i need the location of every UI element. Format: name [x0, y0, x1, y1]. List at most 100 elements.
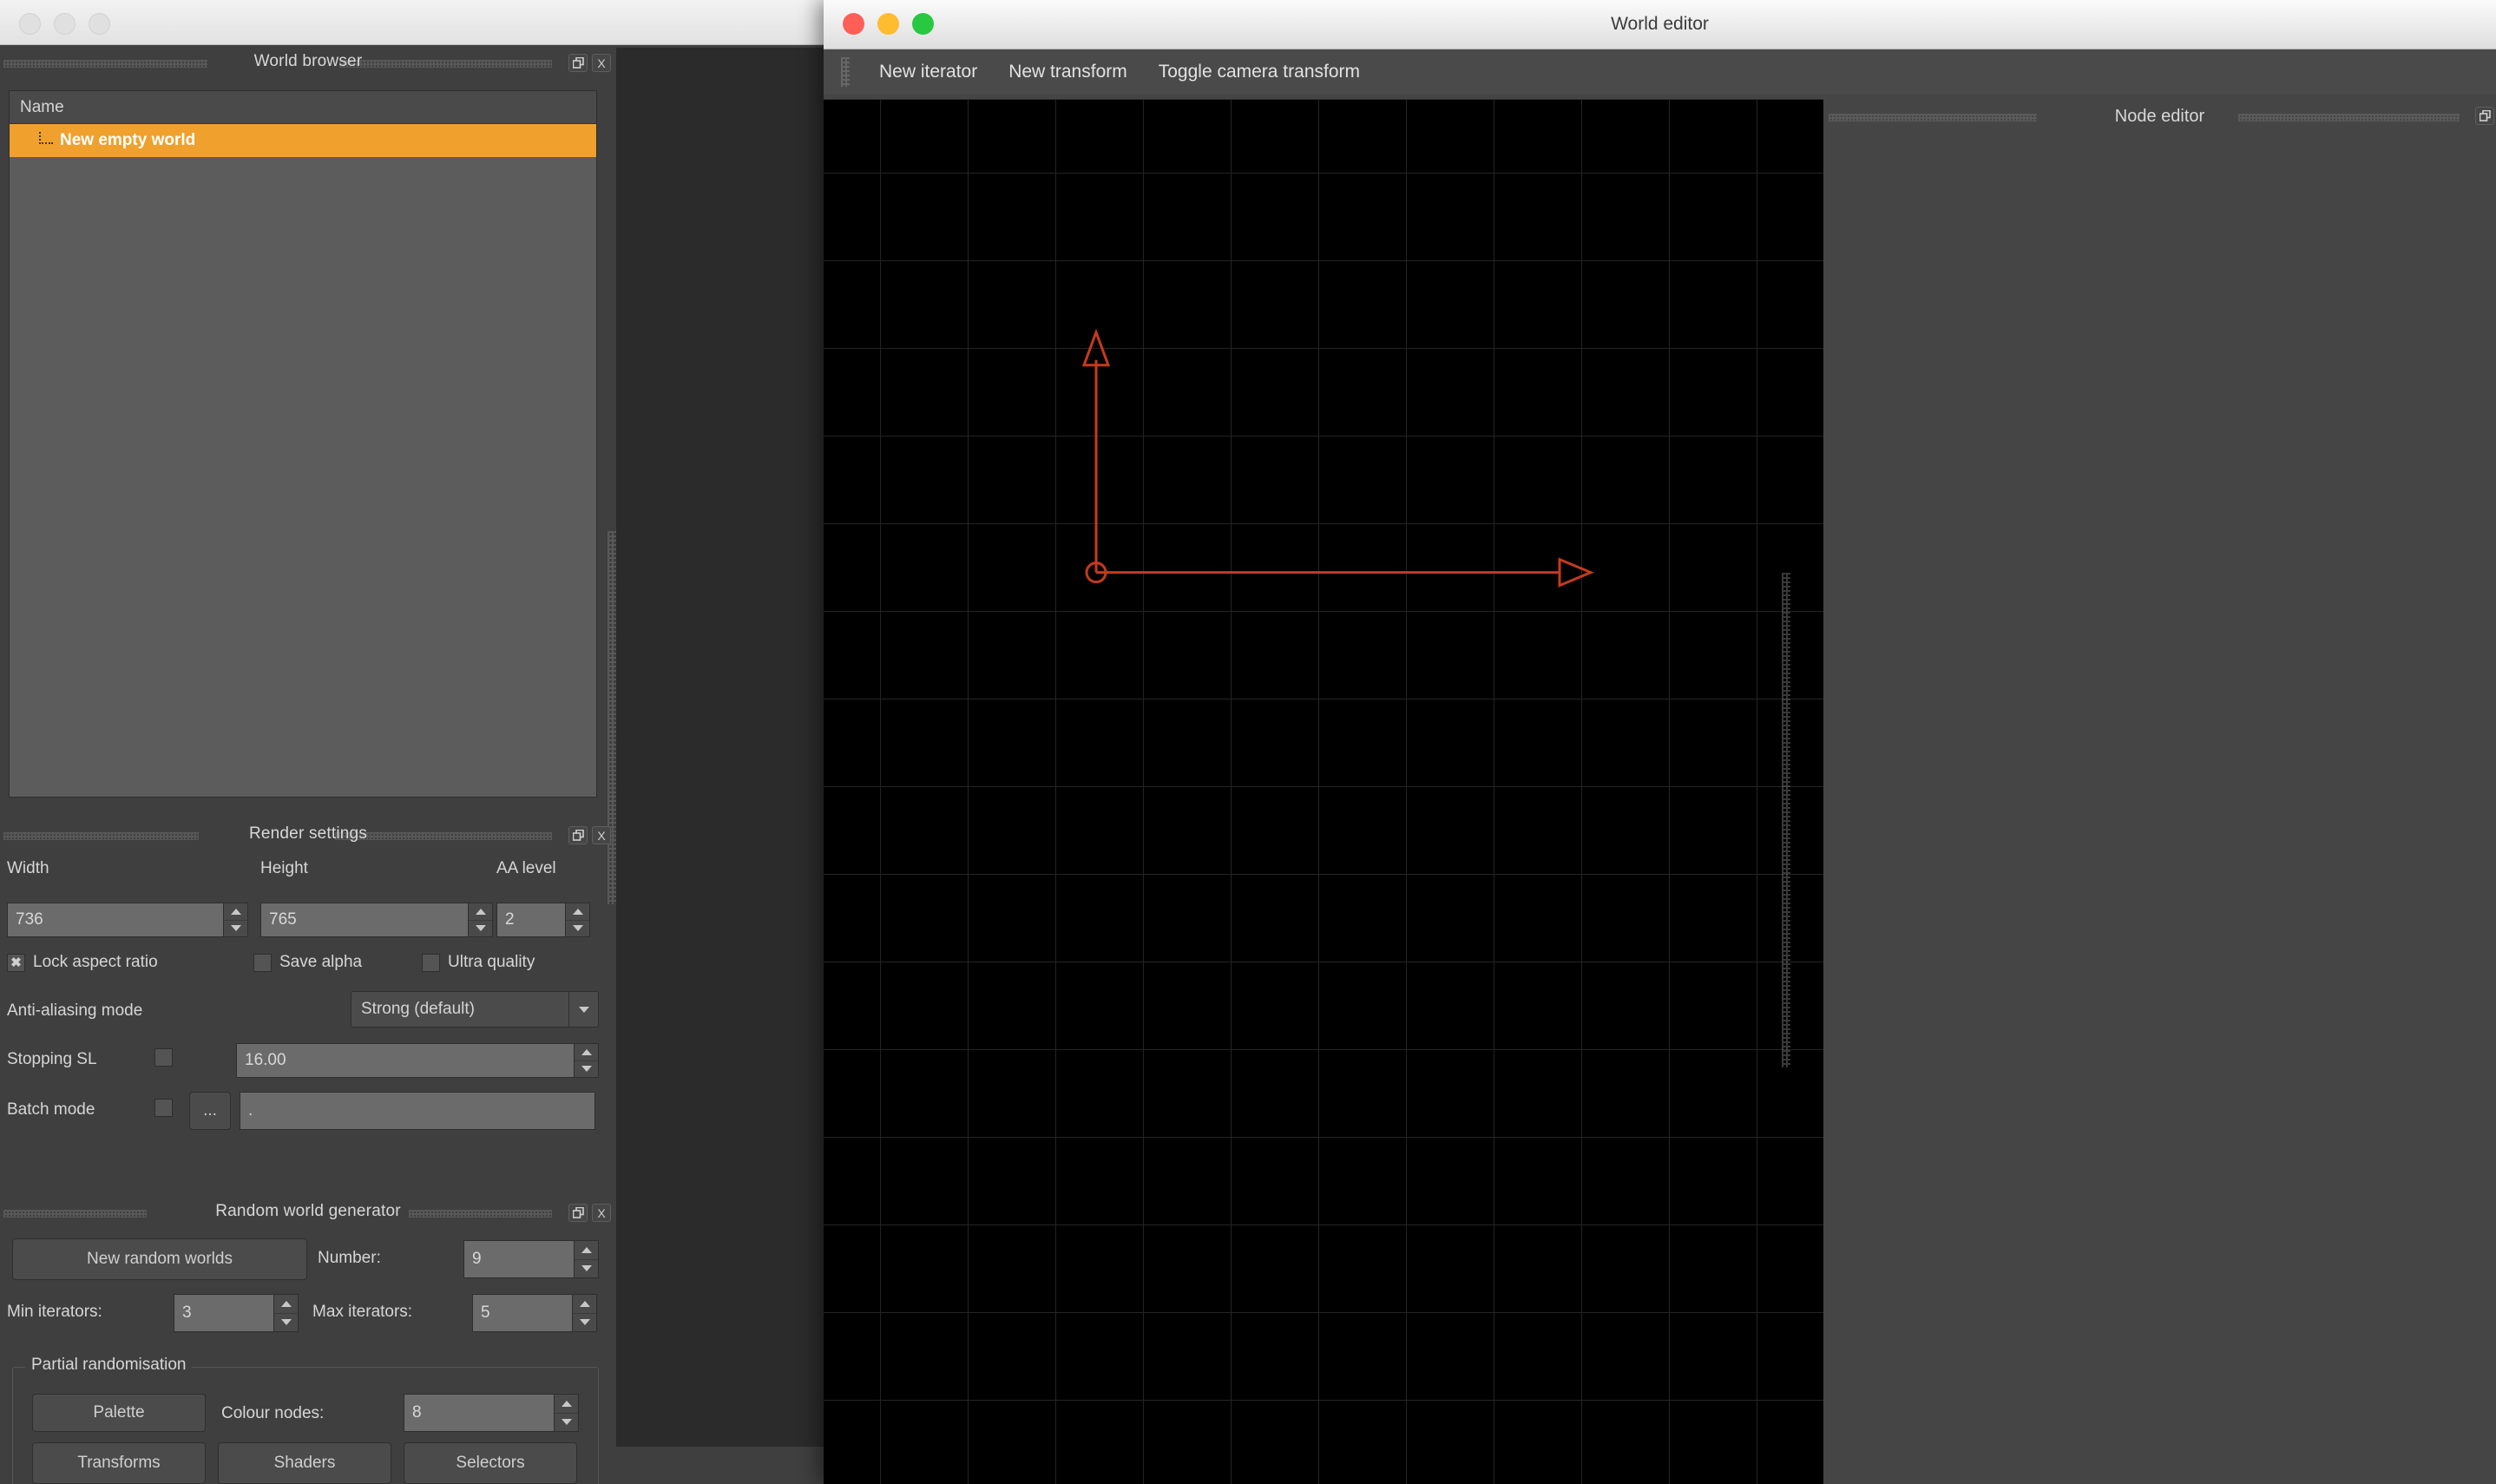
width-spin-buttons[interactable] [224, 903, 248, 937]
ultra-quality-checkbox-row[interactable]: Ultra quality [422, 953, 535, 972]
stopping-sl-spin-down[interactable] [575, 1061, 598, 1078]
save-alpha-checkbox[interactable] [253, 953, 272, 972]
max-iterators-spin-up[interactable] [573, 1295, 596, 1314]
min-iterators-spin-down[interactable] [274, 1314, 298, 1332]
colour-nodes-spin-up[interactable] [555, 1395, 578, 1414]
min-iterators-spin-up[interactable] [274, 1295, 298, 1314]
batch-browse-button[interactable]: ... [189, 1092, 231, 1130]
world-browser-row-new-empty-world[interactable]: New empty world [10, 124, 596, 157]
stopping-sl-spin-buttons[interactable] [575, 1043, 599, 1078]
max-iterators-input[interactable]: 5 [472, 1294, 573, 1332]
width-stepper[interactable]: 736 [7, 903, 248, 937]
bg-zoom-button[interactable] [89, 13, 110, 35]
random-world-generator-panel: Random world generator X New random worl… [0, 1195, 616, 1484]
max-iterators-spin-buttons[interactable] [573, 1294, 597, 1332]
new-transform-button[interactable]: New transform [993, 55, 1143, 89]
number-spin-buttons[interactable] [575, 1240, 599, 1278]
stopping-sl-checkbox[interactable] [154, 1048, 173, 1071]
aa-level-spin-up[interactable] [566, 903, 589, 921]
shaders-button[interactable]: Shaders [218, 1442, 391, 1484]
rwg-drag-grip-left[interactable] [3, 1210, 147, 1218]
height-stepper[interactable]: 765 [260, 903, 493, 937]
max-iterators-stepper[interactable]: 5 [472, 1294, 597, 1332]
width-spin-down[interactable] [224, 921, 247, 937]
chevron-down-icon[interactable] [568, 992, 598, 1027]
lock-aspect-ratio-checkbox-row[interactable]: ✖ Lock aspect ratio [7, 953, 158, 972]
render-settings-title-bar[interactable]: Render settings X [0, 818, 616, 850]
toolbar-drag-grip[interactable] [841, 57, 850, 87]
height-spin-buttons[interactable] [469, 903, 493, 937]
colour-nodes-label: Colour nodes: [221, 1404, 325, 1422]
selectors-button[interactable]: Selectors [404, 1442, 577, 1484]
width-spin-up[interactable] [224, 903, 247, 921]
world-browser-title-bar[interactable]: World browser X [0, 45, 616, 78]
aa-level-label: AA level [496, 859, 556, 877]
colour-nodes-stepper[interactable]: 8 [404, 1394, 579, 1432]
world-browser-float-icon[interactable] [568, 54, 588, 72]
random-world-generator-close-icon[interactable]: X [592, 1204, 611, 1222]
batch-path-input[interactable]: . [240, 1092, 595, 1130]
colour-nodes-input[interactable]: 8 [404, 1394, 555, 1432]
anti-aliasing-mode-select[interactable]: Strong (default) [351, 991, 599, 1028]
render-settings-close-icon[interactable]: X [592, 826, 611, 844]
height-input[interactable]: 765 [260, 903, 469, 937]
number-stepper[interactable]: 9 [463, 1240, 599, 1278]
world-browser-drag-grip-right[interactable] [339, 60, 552, 68]
colour-nodes-spin-down[interactable] [555, 1414, 578, 1432]
tree-branch-icon [39, 132, 53, 144]
colour-nodes-spin-buttons[interactable] [555, 1394, 579, 1432]
stopping-sl-input[interactable]: 16.00 [236, 1043, 575, 1078]
max-iterators-spin-down[interactable] [573, 1314, 596, 1332]
render-settings-float-icon[interactable] [568, 826, 588, 844]
aa-level-spin-buttons[interactable] [566, 903, 590, 937]
world-browser-close-icon[interactable]: X [592, 54, 611, 72]
height-spin-up[interactable] [469, 903, 492, 921]
height-spin-down[interactable] [469, 921, 492, 937]
world-browser-drag-grip-left[interactable] [3, 60, 207, 68]
width-input[interactable]: 736 [7, 903, 224, 937]
min-iterators-input[interactable]: 3 [174, 1294, 274, 1332]
random-world-generator-float-icon[interactable] [568, 1204, 588, 1222]
rwg-drag-grip-right[interactable] [409, 1210, 552, 1218]
node-editor-drag-grip-right[interactable] [2238, 114, 2460, 121]
world-browser-title: World browser [253, 52, 363, 70]
node-editor-title: Node editor [2114, 106, 2205, 126]
anti-aliasing-mode-value: Strong (default) [361, 1000, 475, 1018]
new-random-worlds-button[interactable]: New random worlds [12, 1238, 307, 1280]
stopping-sl-stepper[interactable]: 16.00 [236, 1043, 599, 1078]
lock-aspect-ratio-checkbox[interactable]: ✖ [7, 953, 25, 972]
bg-close-button[interactable] [19, 13, 41, 35]
node-editor-float-icon[interactable] [2475, 107, 2494, 125]
aa-level-input[interactable]: 2 [496, 903, 566, 937]
world-editor-canvas[interactable] [824, 99, 1823, 1484]
number-input[interactable]: 9 [463, 1240, 575, 1278]
toggle-camera-transform-button[interactable]: Toggle camera transform [1143, 55, 1376, 89]
world-browser-column-header-name[interactable]: Name [10, 91, 596, 124]
node-editor-title-bar[interactable]: Node editor [1823, 99, 2496, 134]
min-iterators-stepper[interactable]: 3 [174, 1294, 299, 1332]
world-editor-zoom-button[interactable] [912, 13, 934, 35]
world-browser-title-buttons: X [568, 54, 611, 72]
batch-mode-checkbox[interactable] [154, 1099, 173, 1121]
min-iterators-spin-buttons[interactable] [274, 1294, 299, 1332]
transforms-button[interactable]: Transforms [32, 1442, 206, 1484]
node-editor-drag-grip-left[interactable] [1829, 114, 2037, 121]
aa-level-spin-down[interactable] [566, 921, 589, 937]
node-editor-vertical-splitter[interactable] [1782, 573, 1790, 1067]
save-alpha-checkbox-row[interactable]: Save alpha [253, 953, 362, 972]
ultra-quality-checkbox[interactable] [422, 953, 440, 972]
aa-level-stepper[interactable]: 2 [496, 903, 590, 937]
palette-button[interactable]: Palette [32, 1394, 206, 1432]
world-editor-titlebar[interactable]: World editor [824, 0, 2496, 49]
number-spin-down[interactable] [575, 1260, 598, 1278]
new-iterator-button[interactable]: New iterator [864, 55, 993, 89]
world-editor-close-button[interactable] [843, 13, 864, 35]
bg-minimize-button[interactable] [54, 13, 76, 35]
stopping-sl-spin-up[interactable] [575, 1044, 598, 1061]
world-browser-list[interactable]: Name New empty world [9, 90, 597, 798]
render-settings-drag-grip-left[interactable] [3, 832, 199, 840]
number-spin-up[interactable] [575, 1241, 598, 1260]
world-editor-minimize-button[interactable] [877, 13, 899, 35]
min-iterators-label: Min iterators: [7, 1303, 102, 1321]
random-world-generator-title-bar[interactable]: Random world generator X [0, 1195, 616, 1228]
